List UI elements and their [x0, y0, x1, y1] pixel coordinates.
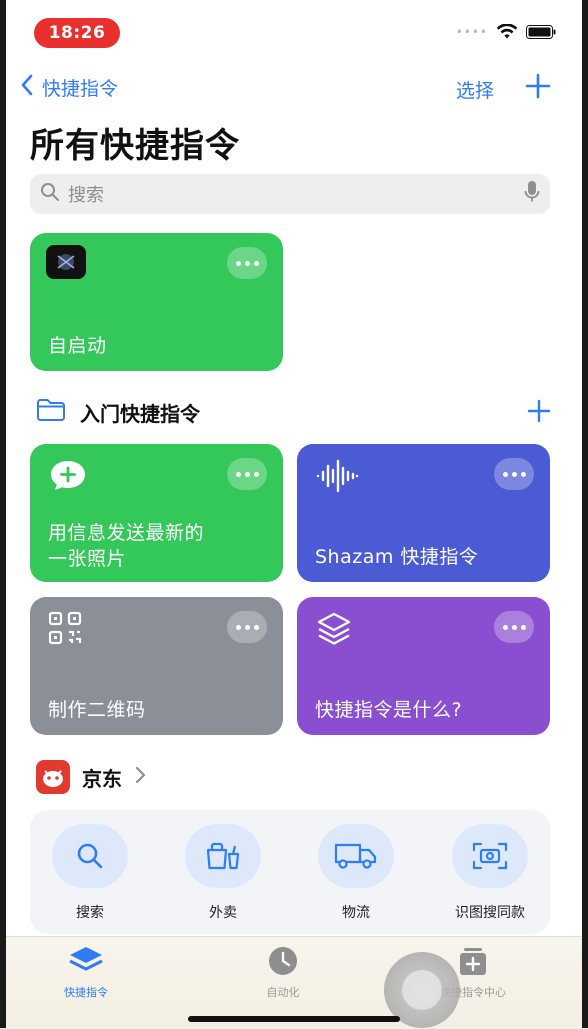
- folder-section-header[interactable]: 入门快捷指令: [36, 398, 200, 427]
- search-placeholder: 搜索: [68, 185, 104, 206]
- more-options-button[interactable]: [227, 458, 267, 490]
- shortcut-label: 用信息发送最新的 一张照片: [48, 522, 205, 570]
- waveform-icon: [315, 458, 359, 498]
- more-options-button[interactable]: [227, 611, 267, 643]
- jd-action-label: 搜索: [76, 905, 104, 921]
- tab-automation[interactable]: 自动化: [266, 945, 300, 1000]
- jd-action-label: 识图搜同款: [455, 905, 525, 921]
- back-label: 快捷指令: [42, 78, 119, 100]
- status-indicators: ••••: [456, 24, 556, 40]
- chevron-right-icon: [134, 765, 146, 789]
- signal-icon: ••••: [455, 25, 488, 39]
- shortcut-card-qr-code[interactable]: 制作二维码: [30, 597, 283, 735]
- stack-icon: [67, 945, 105, 980]
- message-plus-icon: [48, 458, 88, 498]
- jd-action-label: 外卖: [209, 905, 237, 921]
- more-options-button[interactable]: [227, 247, 267, 279]
- select-button[interactable]: 选择: [456, 76, 494, 103]
- takeout-icon: [185, 824, 261, 888]
- more-options-button[interactable]: [494, 458, 534, 490]
- add-shortcut-button[interactable]: [524, 72, 552, 104]
- page-title: 所有快捷指令: [30, 126, 240, 166]
- battery-icon: [526, 25, 556, 39]
- plus-icon: [527, 399, 551, 423]
- gallery-icon: [456, 945, 490, 980]
- jd-title: 京东: [82, 766, 122, 791]
- shortcut-card-autostart[interactable]: 自启动: [30, 233, 283, 371]
- wifi-icon: [496, 24, 518, 40]
- jd-action-search[interactable]: 搜索: [42, 824, 138, 922]
- section-title: 入门快捷指令: [80, 402, 200, 426]
- layers-icon: [315, 611, 353, 651]
- camera-scan-icon: [452, 824, 528, 888]
- search-field[interactable]: 搜索: [30, 174, 550, 214]
- app-thumbnail-icon: [46, 245, 86, 279]
- chevron-left-icon: [20, 74, 34, 101]
- shortcut-label: 制作二维码: [48, 699, 146, 721]
- back-button[interactable]: 快捷指令: [20, 74, 118, 101]
- jd-logo-icon: [36, 760, 70, 794]
- clock-icon: [266, 945, 300, 980]
- more-options-button[interactable]: [494, 611, 534, 643]
- qr-code-icon: [48, 611, 82, 649]
- shortcut-card-what-is[interactable]: 快捷指令是什么?: [297, 597, 550, 735]
- tab-label: 快捷指令: [64, 986, 108, 999]
- folder-add-button[interactable]: [526, 398, 552, 428]
- jd-action-takeout[interactable]: 外卖: [175, 824, 271, 922]
- jd-action-label: 物流: [342, 905, 370, 921]
- tab-shortcuts[interactable]: 快捷指令: [64, 945, 108, 1000]
- jd-app-section-header[interactable]: 京东: [36, 760, 146, 794]
- search-icon: [52, 824, 128, 888]
- shortcut-label: 快捷指令是什么?: [315, 699, 463, 721]
- status-time: 18:26: [34, 18, 120, 48]
- shortcut-label: 自启动: [48, 335, 107, 357]
- jd-action-image-search[interactable]: 识图搜同款: [442, 824, 538, 922]
- microphone-icon[interactable]: [524, 180, 540, 209]
- jd-actions-panel: 搜索 外卖 物流 识图搜同款: [30, 810, 550, 934]
- shortcut-card-shazam[interactable]: Shazam 快捷指令: [297, 444, 550, 582]
- home-indicator[interactable]: [188, 1016, 400, 1022]
- folder-icon: [36, 398, 66, 427]
- truck-icon: [318, 824, 394, 888]
- plus-icon: [525, 73, 551, 99]
- jd-action-logistics[interactable]: 物流: [308, 824, 404, 922]
- shortcut-card-send-photo[interactable]: 用信息发送最新的 一张照片: [30, 444, 283, 582]
- search-icon: [40, 182, 60, 207]
- shortcut-label: Shazam 快捷指令: [315, 546, 479, 568]
- tab-label: 自动化: [266, 986, 300, 999]
